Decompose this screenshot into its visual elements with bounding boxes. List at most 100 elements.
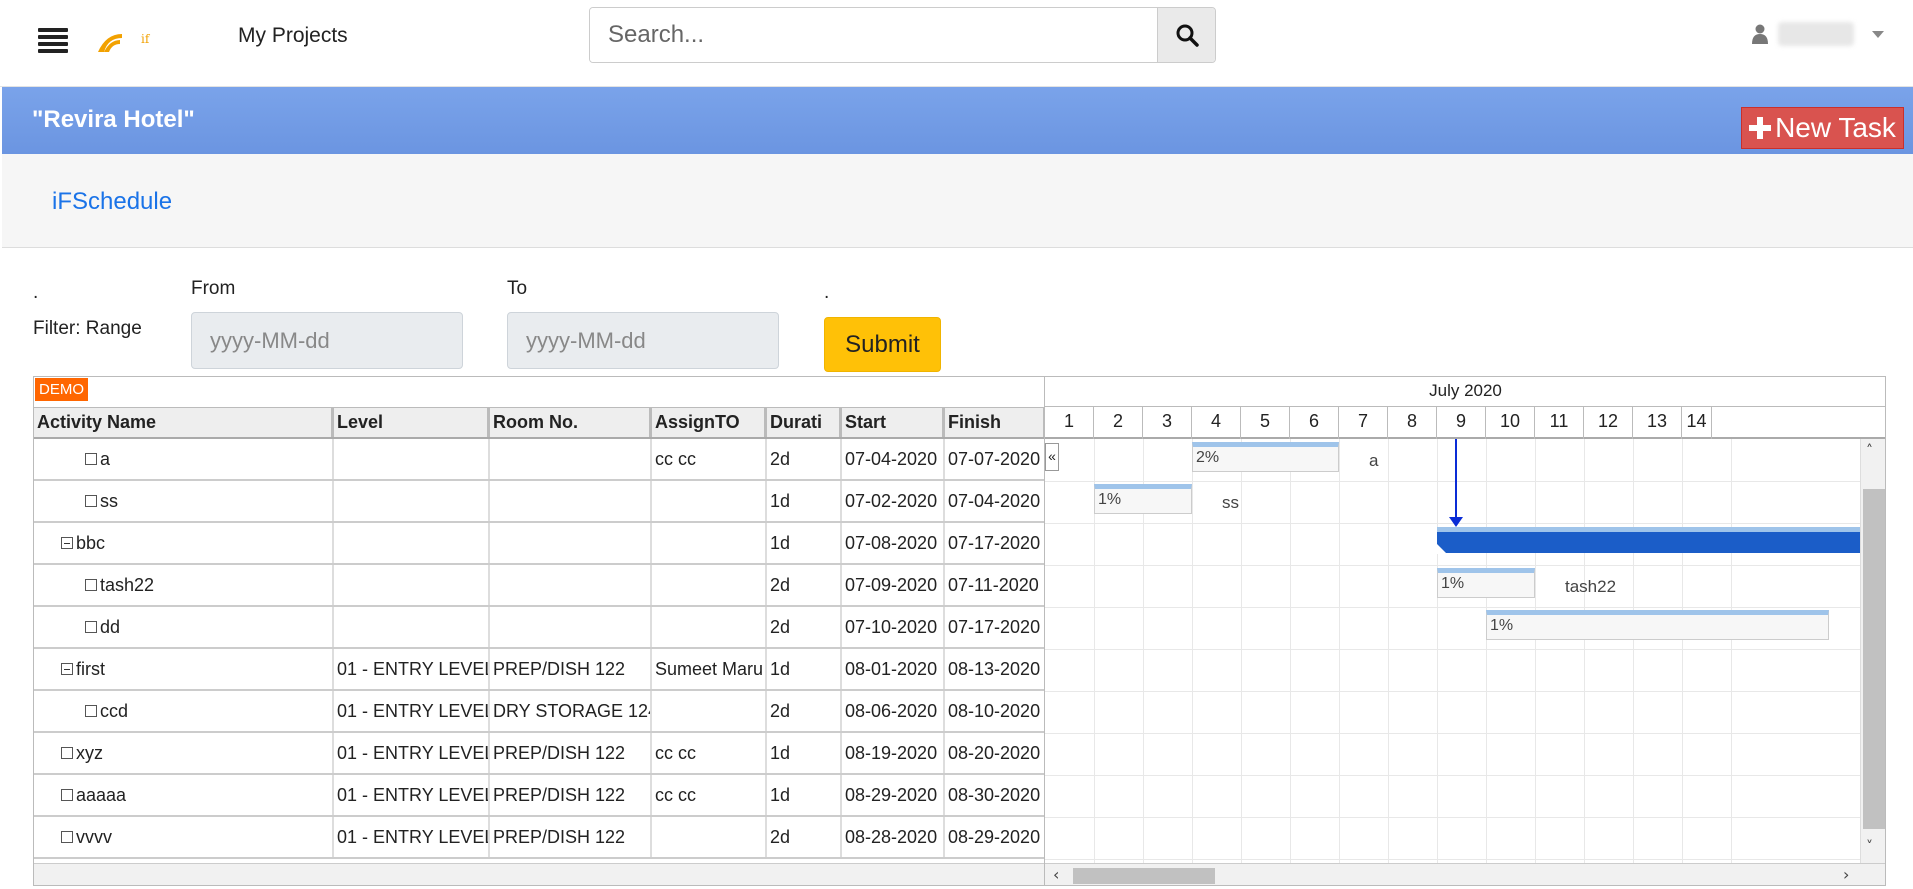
grid-line bbox=[1045, 817, 1860, 818]
cell-start: 08-01-2020 bbox=[842, 649, 945, 689]
tab-ifschedule[interactable]: iFSchedule bbox=[52, 188, 172, 216]
grid-line bbox=[1045, 691, 1860, 692]
cell-name: ccd bbox=[34, 691, 334, 731]
table-row[interactable]: xyz 01 - ENTRY LEVEL PREP/DISH 122 cc cc 1d 0… bbox=[34, 733, 1044, 775]
table-row[interactable]: vvvv 01 - ENTRY LEVEL PREP/DISH 122 2d 08-28… bbox=[34, 817, 1044, 859]
col-header-assign[interactable]: AssignTO bbox=[652, 408, 767, 437]
table-row[interactable]: ccd 01 - ENTRY LEVEL DRY STORAGE 124 2d 08-0… bbox=[34, 691, 1044, 733]
nav-title-my-projects[interactable]: My Projects bbox=[238, 24, 348, 48]
cell-finish: 07-04-2020 bbox=[945, 481, 1044, 521]
menu-icon[interactable] bbox=[38, 28, 68, 53]
cell-start: 07-09-2020 bbox=[842, 565, 945, 605]
cell-assign bbox=[652, 565, 767, 605]
summary-bar[interactable] bbox=[1437, 527, 1860, 554]
cell-duration: 2d bbox=[767, 817, 842, 857]
grid-line bbox=[1045, 481, 1860, 482]
activity-name: bbc bbox=[76, 533, 106, 553]
col-header-room[interactable]: Room No. bbox=[490, 408, 652, 437]
vertical-scroll-thumb[interactable] bbox=[1863, 489, 1885, 829]
grid-header: Activity Name Level Room No. AssignTO Du… bbox=[34, 407, 1044, 439]
table-row[interactable]: ss 1d 07-02-2020 07-04-2020 bbox=[34, 481, 1044, 523]
cell-finish: 08-30-2020 bbox=[945, 775, 1044, 815]
user-menu[interactable] bbox=[1752, 22, 1884, 46]
search-icon bbox=[1176, 24, 1199, 47]
task-bar[interactable]: 1% bbox=[1486, 610, 1829, 640]
cell-level: 01 - ENTRY LEVEL bbox=[334, 817, 490, 857]
to-date-input[interactable] bbox=[507, 312, 779, 369]
user-icon bbox=[1752, 24, 1768, 44]
col-header-finish[interactable]: Finish bbox=[945, 408, 1044, 437]
grid-line bbox=[1045, 859, 1860, 860]
to-label: To bbox=[507, 278, 528, 299]
col-header-level[interactable]: Level bbox=[334, 408, 490, 437]
cell-duration: 1d bbox=[767, 481, 842, 521]
day-cell: 9 bbox=[1437, 407, 1486, 439]
logo-text: if bbox=[141, 32, 150, 46]
scroll-up-icon[interactable]: ˄ bbox=[1866, 443, 1873, 459]
table-row[interactable]: tash22 2d 07-09-2020 07-11-2020 bbox=[34, 565, 1044, 607]
col-header-duration[interactable]: Durati bbox=[767, 408, 842, 437]
checkbox-icon[interactable] bbox=[61, 747, 73, 759]
cell-assign bbox=[652, 607, 767, 647]
task-bar[interactable]: 1% bbox=[1094, 484, 1192, 514]
task-bar[interactable]: 2% bbox=[1192, 442, 1339, 472]
cell-name: bbc bbox=[34, 523, 334, 563]
grid-line bbox=[1682, 439, 1683, 863]
search-button[interactable] bbox=[1157, 8, 1215, 62]
task-bar[interactable]: 1% bbox=[1437, 568, 1535, 598]
horizontal-scroll-thumb[interactable] bbox=[1073, 868, 1215, 884]
checkbox-icon[interactable] bbox=[85, 495, 97, 507]
from-date-input[interactable] bbox=[191, 312, 463, 369]
col-header-start[interactable]: Start bbox=[842, 408, 945, 437]
new-task-button[interactable]: New Task bbox=[1741, 107, 1904, 149]
chart-vertical-scrollbar[interactable]: ˄ ˅ bbox=[1860, 439, 1885, 863]
grid-horizontal-scrollbar[interactable] bbox=[34, 863, 1044, 885]
day-cell: 2 bbox=[1094, 407, 1143, 439]
cell-room bbox=[490, 523, 652, 563]
chevron-down-icon bbox=[1872, 30, 1884, 38]
cell-room: PREP/DISH 122 bbox=[490, 775, 652, 815]
cell-level bbox=[334, 565, 490, 605]
cell-name: vvvv bbox=[34, 817, 334, 857]
cell-duration: 1d bbox=[767, 775, 842, 815]
cell-finish: 08-29-2020 bbox=[945, 817, 1044, 857]
cell-start: 07-10-2020 bbox=[842, 607, 945, 647]
table-row[interactable]: a cc cc 2d 07-04-2020 07-07-2020 bbox=[34, 439, 1044, 481]
grid-line bbox=[1731, 439, 1732, 863]
checkbox-icon[interactable] bbox=[85, 453, 97, 465]
grid-line bbox=[1486, 439, 1487, 863]
checkbox-icon[interactable] bbox=[85, 705, 97, 717]
checkbox-icon[interactable] bbox=[61, 831, 73, 843]
grid-line bbox=[1535, 439, 1536, 863]
cell-name: aaaaa bbox=[34, 775, 334, 815]
checkbox-icon[interactable] bbox=[85, 621, 97, 633]
grid-line bbox=[1290, 439, 1291, 863]
cell-level bbox=[334, 607, 490, 647]
cell-room bbox=[490, 439, 652, 479]
scroll-left-icon[interactable]: ‹ bbox=[1053, 865, 1059, 884]
checkbox-icon[interactable] bbox=[61, 789, 73, 801]
table-row[interactable]: dd 2d 07-10-2020 07-17-2020 bbox=[34, 607, 1044, 649]
col-header-activity[interactable]: Activity Name bbox=[34, 408, 334, 437]
cell-assign: cc cc bbox=[652, 439, 767, 479]
activity-name: first bbox=[76, 659, 105, 679]
project-title: "Revira Hotel" bbox=[32, 106, 195, 133]
submit-button[interactable]: Submit bbox=[824, 317, 941, 372]
cell-finish: 07-07-2020 bbox=[945, 439, 1044, 479]
month-header: July 2020 bbox=[1045, 377, 1885, 407]
day-cell: 11 bbox=[1535, 407, 1584, 439]
scroll-right-icon[interactable]: › bbox=[1843, 865, 1849, 884]
scroll-down-icon[interactable]: ˅ bbox=[1866, 839, 1873, 855]
cell-start: 08-29-2020 bbox=[842, 775, 945, 815]
collapse-icon[interactable] bbox=[61, 663, 73, 675]
table-row[interactable]: bbc 1d 07-08-2020 07-17-2020 bbox=[34, 523, 1044, 565]
search-input[interactable] bbox=[590, 8, 1157, 62]
day-cell: 13 bbox=[1633, 407, 1682, 439]
cell-finish: 07-11-2020 bbox=[945, 565, 1044, 605]
collapse-grid-button[interactable]: « bbox=[1045, 443, 1059, 471]
table-row[interactable]: aaaaa 01 - ENTRY LEVEL PREP/DISH 122 cc cc 1… bbox=[34, 775, 1044, 817]
collapse-icon[interactable] bbox=[61, 537, 73, 549]
checkbox-icon[interactable] bbox=[85, 579, 97, 591]
table-row[interactable]: first 01 - ENTRY LEVEL PREP/DISH 122 Sumeet… bbox=[34, 649, 1044, 691]
chart-horizontal-scrollbar[interactable]: ‹ › bbox=[1045, 863, 1885, 885]
